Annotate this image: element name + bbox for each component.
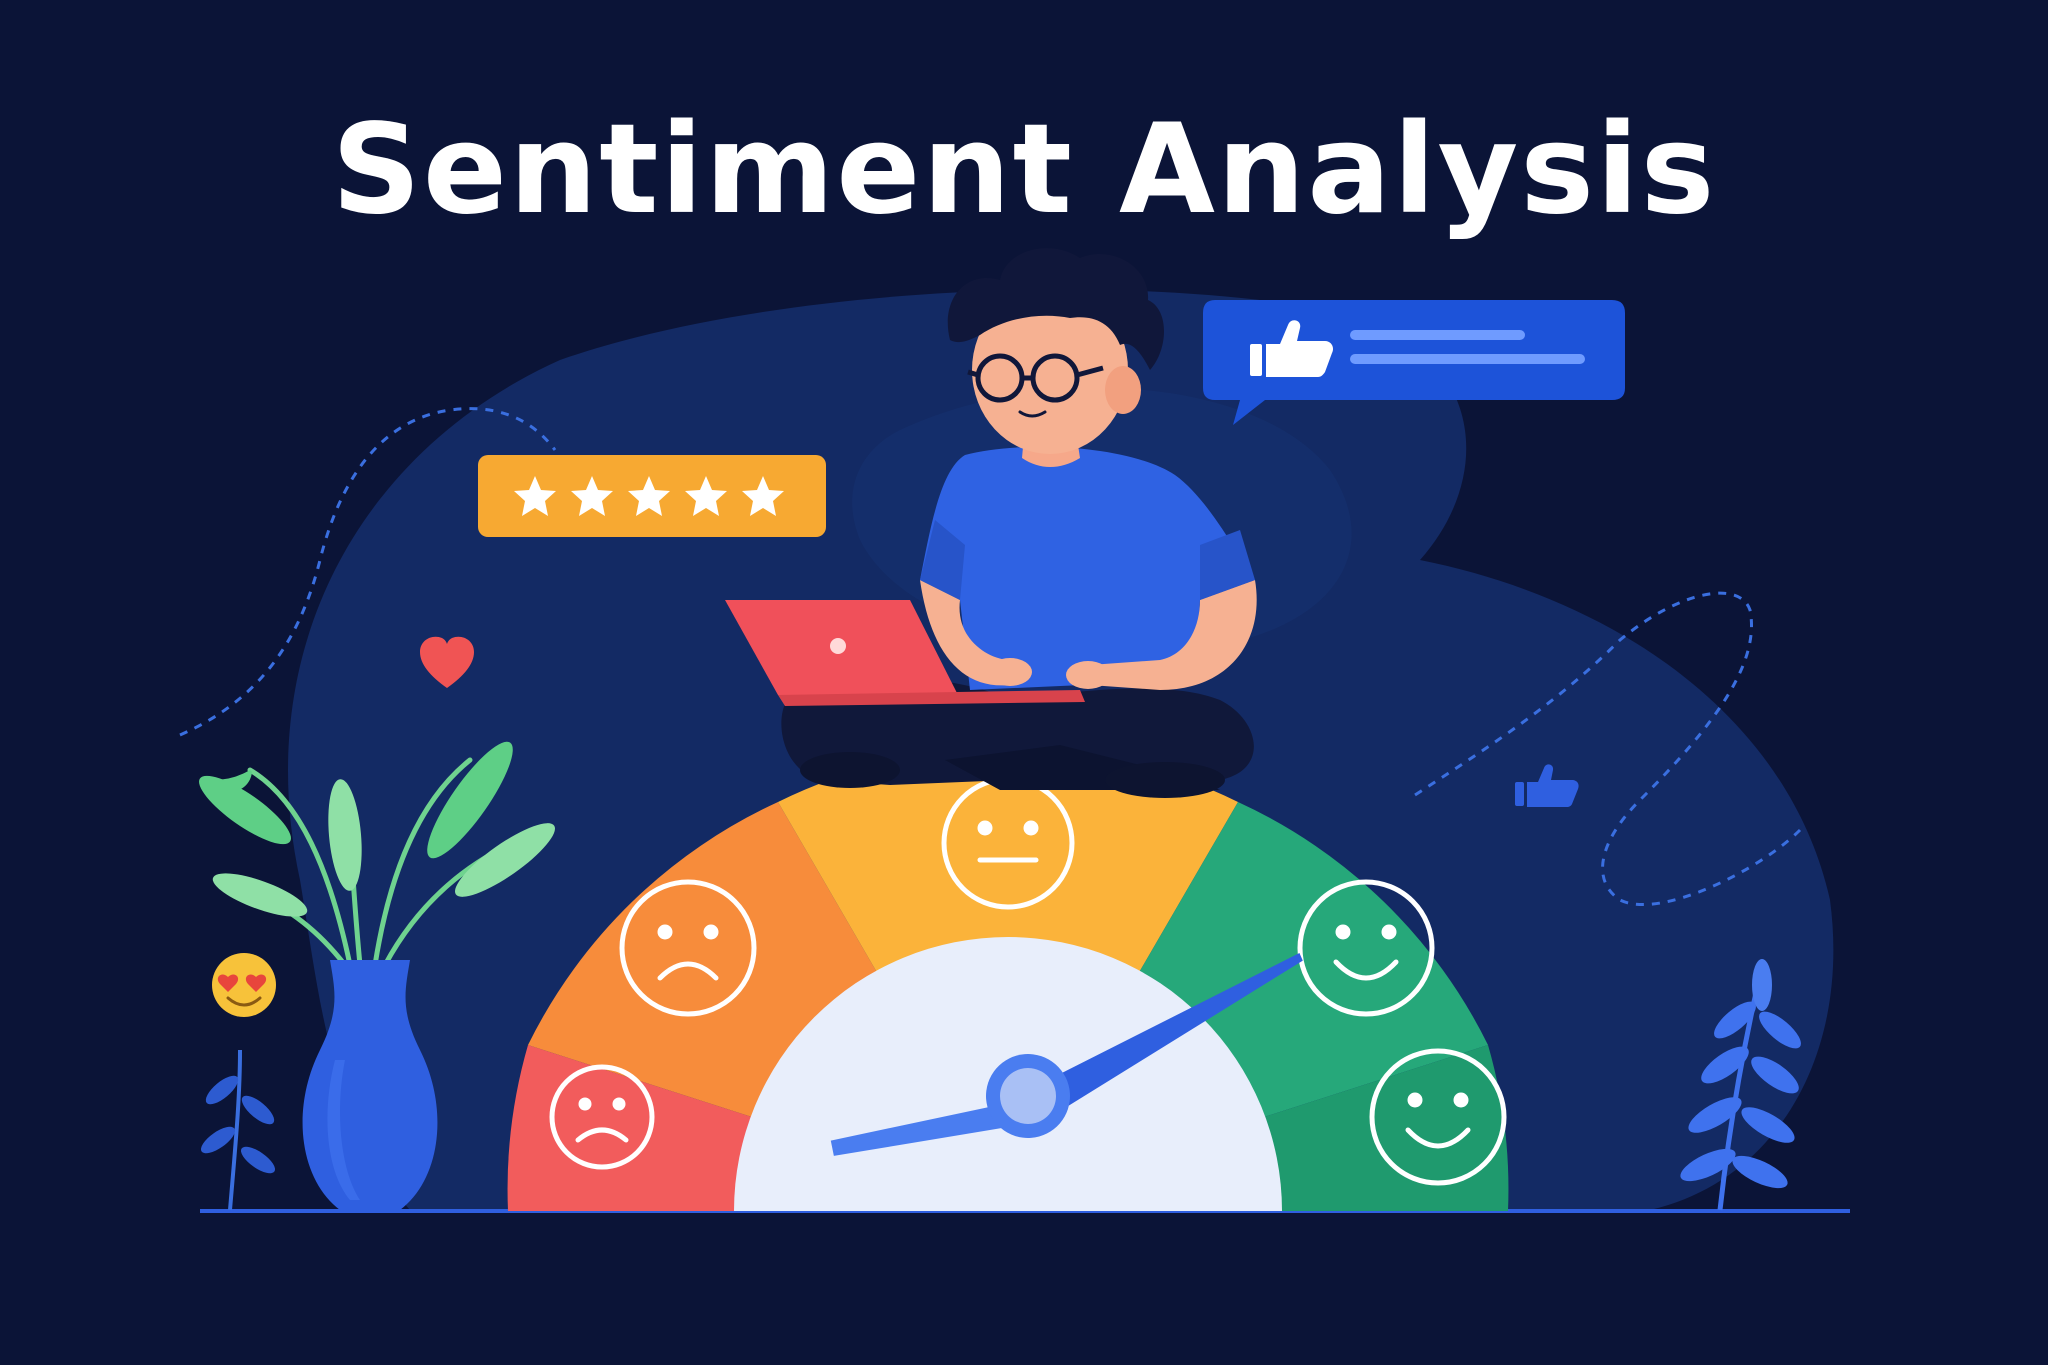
person-foot bbox=[800, 752, 900, 788]
person-foot bbox=[1105, 762, 1225, 798]
illustration: Sentiment Analysis bbox=[0, 0, 2048, 1365]
emoji-love-icon bbox=[212, 953, 276, 1017]
fern-left bbox=[200, 1049, 276, 1211]
page-title: Sentiment Analysis bbox=[331, 98, 1717, 242]
star-rating-badge bbox=[478, 455, 826, 537]
